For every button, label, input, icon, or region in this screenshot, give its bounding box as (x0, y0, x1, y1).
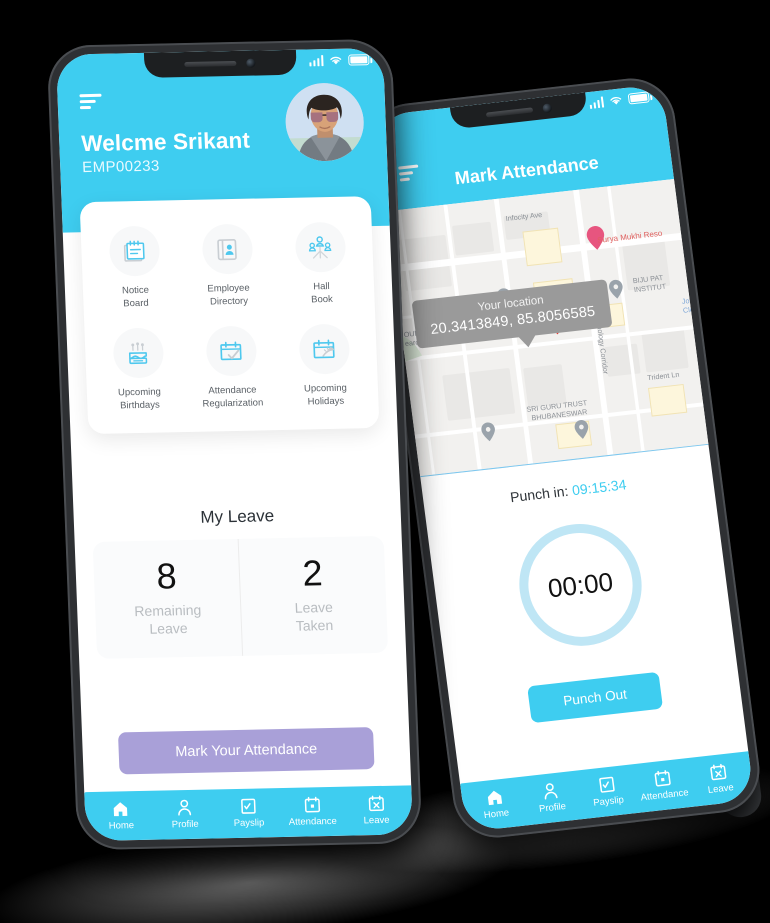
leave-stat-value: 8 (155, 555, 178, 597)
nav-item-attendance[interactable]: Attendance (633, 766, 693, 804)
leave-stat-label: Leave Taken (294, 598, 334, 634)
hamburger-icon[interactable] (398, 164, 420, 182)
wifi-icon (610, 96, 622, 105)
icon-container (108, 225, 160, 277)
signal-icon (588, 96, 605, 110)
notch (143, 49, 297, 78)
leave-stat-value: 2 (301, 552, 324, 594)
birthday-cake-icon (128, 341, 148, 364)
payslip-icon (598, 776, 615, 793)
location-map[interactable]: Infocity Ave Surya Mukhi Reso JSS STP JS… (385, 179, 709, 478)
quick-action-label: Upcoming Birthdays (117, 386, 162, 411)
leave-stats-box: 8 Remaining Leave 2 Leave Taken (92, 535, 389, 659)
punch-in-label: Punch in: (509, 482, 570, 506)
quick-action-notice-board[interactable]: Notice Board (86, 216, 183, 320)
icon-container (204, 325, 257, 377)
battery-icon (348, 54, 370, 66)
quick-actions-row-2: Upcoming Birthdays Attendance Regulariza… (90, 314, 373, 422)
mark-attendance-button[interactable]: Mark Your Attendance (117, 727, 375, 775)
earpiece-speaker (184, 60, 237, 68)
nav-item-home[interactable]: Home (465, 785, 525, 823)
punch-timer: 00:00 (512, 517, 649, 653)
quick-actions-card: Notice Board Employee Directory Hall Boo… (79, 196, 380, 435)
leave-section: My Leave 8 Remaining Leave 2 Leave Taken (73, 504, 406, 660)
person-icon (544, 783, 558, 800)
bottom-nav-attendance: Home Profile Payslip Attendance Leave (460, 751, 755, 833)
nav-item-profile[interactable]: Profile (152, 797, 217, 830)
people-group-icon (308, 235, 332, 259)
leave-calendar-icon (368, 795, 384, 812)
quick-action-employee-directory[interactable]: Employee Directory (179, 214, 276, 318)
nav-item-payslip[interactable]: Payslip (216, 796, 281, 829)
icon-container (297, 323, 350, 375)
notepad-icon (123, 240, 145, 262)
punch-section: Punch in: 09:15:34 00:00 Punch Out (420, 445, 741, 732)
nav-label: Home (483, 807, 510, 822)
nav-item-attendance[interactable]: Attendance (280, 795, 345, 828)
leave-calendar-icon (710, 763, 727, 781)
status-bar (308, 54, 370, 67)
icon-container (201, 223, 253, 275)
left-phone-frame: Welcme Srikant EMP00233 Notice Board Emp… (46, 38, 423, 851)
id-book-icon (217, 238, 237, 260)
signal-icon (308, 55, 324, 67)
calendar-icon (654, 770, 671, 787)
nav-label: Home (108, 820, 135, 832)
icon-container (294, 221, 346, 273)
front-camera (246, 58, 256, 68)
bottom-nav-home: Home Profile Payslip Attendance Leave (84, 785, 414, 842)
nav-item-payslip[interactable]: Payslip (577, 772, 637, 810)
map-label: Clo (682, 304, 695, 315)
front-camera (541, 102, 552, 113)
nav-label: Attendance (640, 787, 690, 804)
right-phone-frame: Mark Attendance Infocity Ave Surya Mukhi… (363, 73, 765, 843)
punch-in-time: 09:15:34 (571, 476, 628, 499)
nav-item-leave[interactable]: Leave (344, 793, 409, 826)
quick-action-label: Employee Directory (207, 282, 250, 308)
quick-action-hall-book[interactable]: Hall Book (272, 212, 369, 316)
nav-label: Profile (171, 818, 199, 831)
calendar-holiday-icon (313, 339, 335, 358)
nav-label: Attendance (288, 815, 338, 828)
icon-container (111, 327, 164, 379)
nav-label: Profile (538, 800, 567, 815)
nav-item-leave[interactable]: Leave (689, 760, 749, 798)
leave-stat-taken: 2 Leave Taken (237, 535, 389, 656)
quick-action-label: Notice Board (121, 284, 150, 309)
quick-action-label: Attendance Regularization (202, 384, 264, 410)
hamburger-icon[interactable] (79, 93, 102, 109)
payslip-icon (241, 798, 256, 814)
home-icon (114, 802, 128, 817)
punch-in-row: Punch in: 09:15:34 (423, 467, 713, 515)
quick-action-upcoming-holidays[interactable]: Upcoming Holidays (276, 314, 373, 418)
quick-actions-row-1: Notice Board Employee Directory Hall Boo… (86, 212, 369, 320)
page-title: Mark Attendance (453, 152, 600, 189)
quick-action-label: Upcoming Holidays (303, 382, 348, 408)
punch-out-button[interactable]: Punch Out (527, 671, 664, 724)
mockup-stage: Mark Attendance Infocity Ave Surya Mukhi… (0, 0, 770, 923)
wifi-icon (330, 56, 342, 65)
nav-label: Payslip (592, 794, 625, 809)
leave-section-title: My Leave (200, 506, 275, 527)
calendar-icon (304, 796, 320, 813)
nav-label: Leave (707, 782, 735, 796)
nav-item-profile[interactable]: Profile (521, 778, 581, 816)
quick-action-attendance-regularization[interactable]: Attendance Regularization (183, 316, 280, 420)
calendar-check-icon (220, 341, 242, 360)
earpiece-speaker (486, 106, 533, 118)
person-icon (178, 799, 192, 816)
home-screen: Welcme Srikant EMP00233 Notice Board Emp… (55, 47, 414, 842)
battery-icon (627, 91, 650, 105)
nav-label: Payslip (233, 817, 265, 830)
quick-action-label: Hall Book (310, 280, 334, 305)
quick-action-upcoming-birthdays[interactable]: Upcoming Birthdays (90, 318, 187, 422)
leave-stat-remaining: 8 Remaining Leave (93, 539, 242, 659)
home-icon (487, 790, 502, 806)
nav-label: Leave (363, 814, 390, 827)
nav-item-home[interactable]: Home (89, 799, 154, 832)
leave-stat-label: Remaining Leave (134, 601, 202, 637)
attendance-screen: Mark Attendance Infocity Ave Surya Mukhi… (373, 83, 755, 833)
